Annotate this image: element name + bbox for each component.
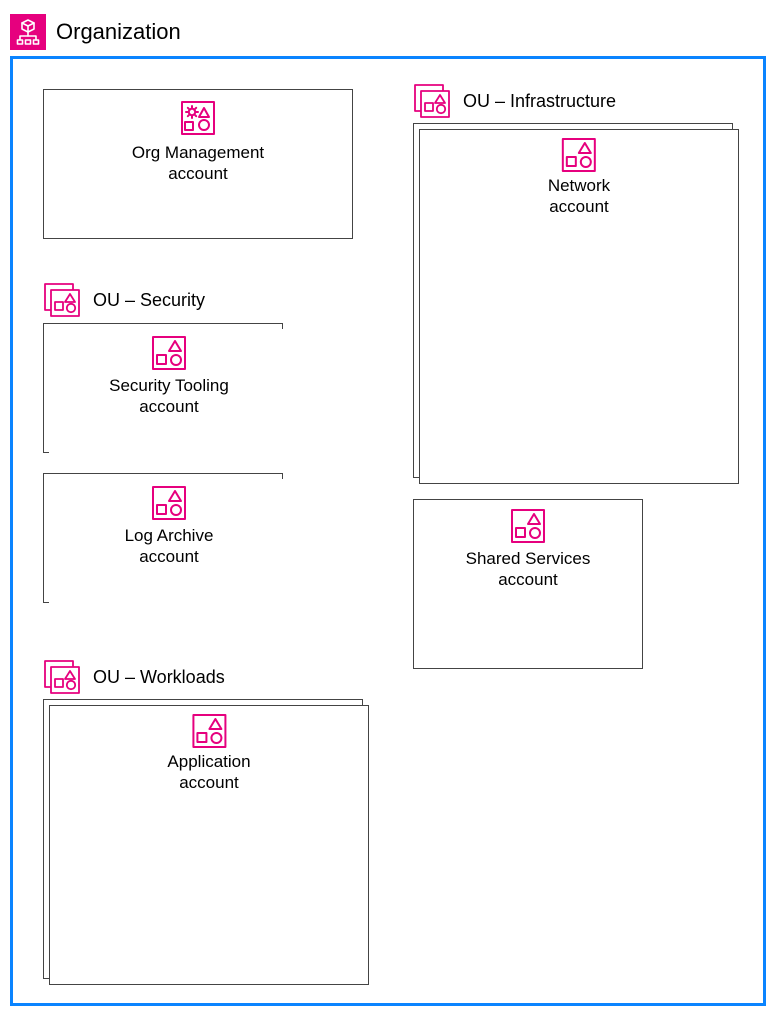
account-icon [559, 135, 599, 175]
ou-box-security-2: Log Archive account [49, 479, 289, 609]
account-icon [149, 483, 189, 523]
ou-header-infrastructure: OU – Infrastructure [413, 83, 616, 119]
ou-label: OU – Security [93, 290, 205, 311]
ou-box-infrastructure: Network account [419, 129, 739, 484]
ou-label: OU – Workloads [93, 667, 225, 688]
account-box-org-management: Org Management account [43, 89, 353, 239]
ou-header-security: OU – Security [43, 282, 205, 318]
account-icon [149, 333, 189, 373]
account-label: Security Tooling account [109, 375, 229, 418]
organization-header: Organization [10, 14, 181, 50]
account-label: Network account [548, 175, 610, 218]
organization-container: Org Management account OU – Security [10, 56, 766, 1006]
ou-box-security-1: Security Tooling account [49, 329, 289, 459]
organization-title: Organization [56, 19, 181, 45]
account-label: Application account [167, 751, 250, 794]
diagram-canvas: Organization [0, 0, 780, 1022]
ou-header-workloads: OU – Workloads [43, 659, 225, 695]
account-label: Shared Services account [466, 548, 591, 591]
ou-box-workloads: Application account [49, 705, 369, 985]
account-icon [189, 711, 229, 751]
management-account-icon [176, 96, 220, 140]
ou-icon [43, 659, 83, 695]
account-icon [508, 506, 548, 546]
ou-icon [43, 282, 83, 318]
organization-icon [10, 14, 46, 50]
account-label: Org Management account [132, 142, 264, 185]
ou-icon [413, 83, 453, 119]
account-box-shared-services: Shared Services account [413, 499, 643, 669]
account-label: Log Archive account [125, 525, 214, 568]
ou-label: OU – Infrastructure [463, 91, 616, 112]
